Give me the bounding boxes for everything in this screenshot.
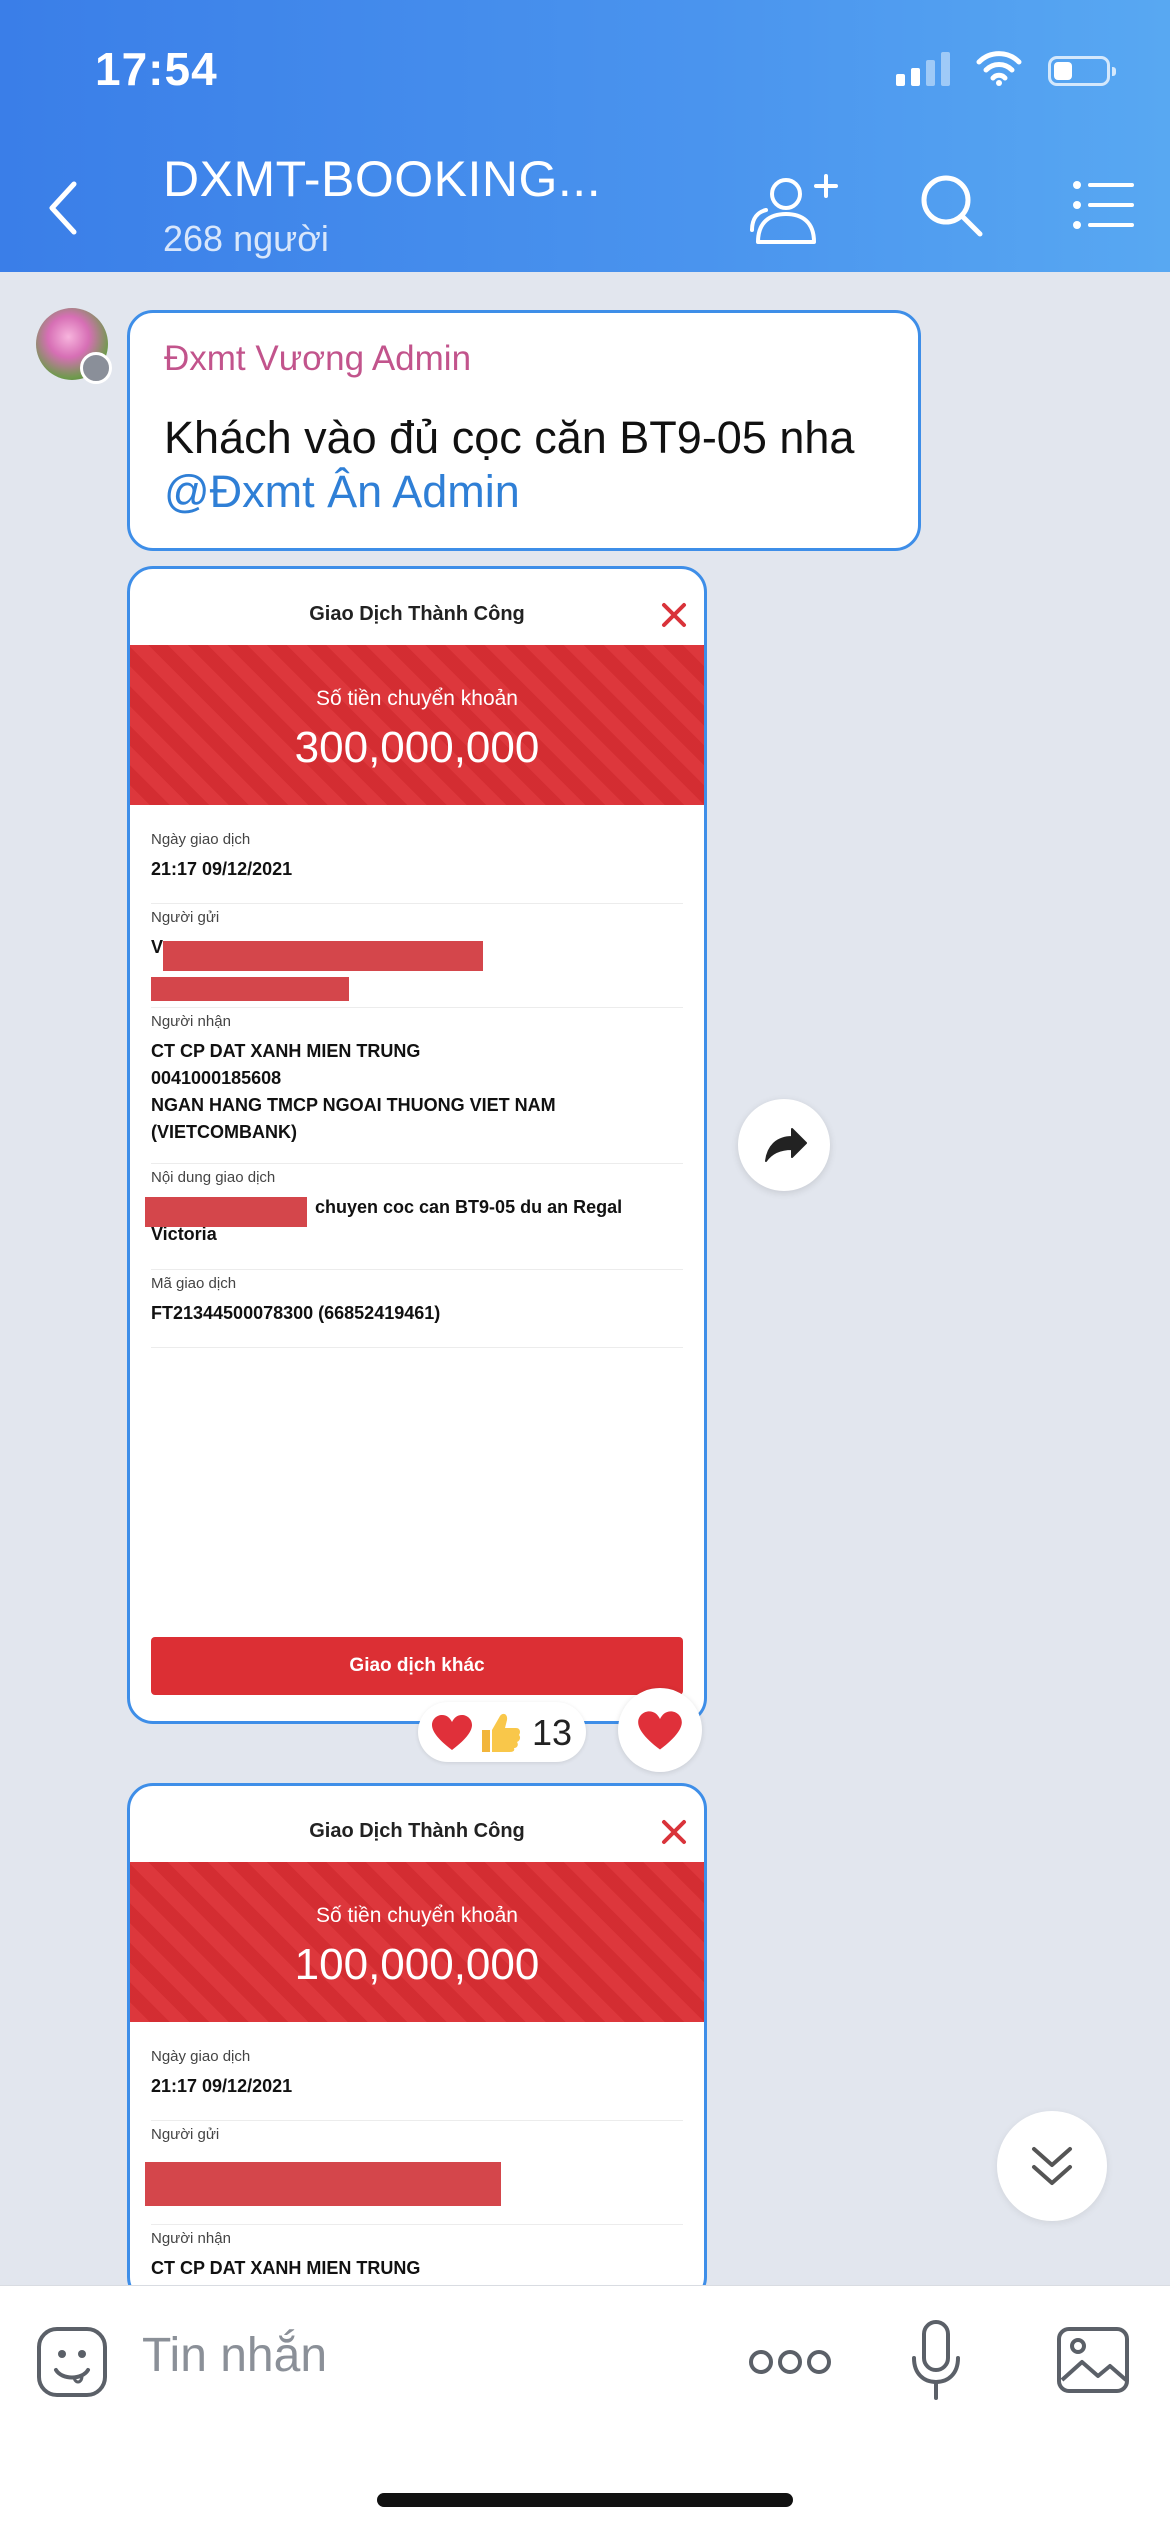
message-text: Khách vào đủ cọc căn BT9-05 nha @Đxmt Ân… (164, 411, 854, 519)
redaction-bar (145, 1197, 307, 1227)
date-label: Ngày giao dịch (151, 831, 251, 848)
reaction-count: 13 (532, 1712, 573, 1753)
message-input[interactable]: Tin nhắn (142, 2328, 327, 2383)
signal-icon (896, 50, 950, 86)
code-value: FT21344500078300 (66852419461) (151, 1303, 441, 1323)
chat-header: 17:54 DXMT-BOOKING... 268 người (0, 0, 1170, 272)
receipt-title: Giao Dịch Thành Công (309, 1820, 525, 1842)
receiver-account: 0041000185608 (151, 1068, 282, 1088)
image-gallery-icon[interactable] (1056, 2326, 1130, 2394)
date-row: Ngày giao dịch 21:17 09/12/2021 (151, 2048, 683, 2121)
sender-label: Người gửi (151, 909, 220, 926)
close-icon (662, 603, 686, 627)
date-row: Ngày giao dịch 21:17 09/12/2021 (151, 831, 683, 904)
status-time: 17:54 (95, 43, 218, 95)
message-body: Khách vào đủ cọc căn BT9-05 nha (164, 412, 855, 463)
amount-label: Số tiền chuyển khoản (316, 687, 518, 710)
admin-key-badge-icon (80, 352, 112, 384)
reaction-summary[interactable]: 13 (418, 1702, 586, 1762)
amount-banner: Số tiền chuyển khoản 300,000,000 (130, 645, 704, 805)
close-icon (662, 1820, 686, 1844)
react-heart-button[interactable] (618, 1688, 702, 1772)
search-icon[interactable] (918, 172, 984, 238)
receipt-image-1[interactable]: Giao Dịch Thành Công Số tiền chuyển khoả… (127, 566, 707, 1724)
add-member-icon[interactable] (748, 170, 840, 246)
code-label: Mã giao dịch (151, 1275, 237, 1292)
sender-row: Người gửi V (151, 909, 683, 1008)
sender-row: Người gửi (145, 2126, 683, 2225)
battery-icon (1048, 56, 1116, 86)
redaction-bar (163, 941, 483, 971)
home-indicator (377, 2493, 793, 2507)
member-count: 268 người (163, 218, 329, 259)
more-options-icon[interactable] (748, 2348, 832, 2376)
sender-avatar[interactable] (36, 308, 112, 384)
receiver-label: Người nhận (151, 2230, 231, 2247)
receipt-title: Giao Dịch Thành Công (309, 603, 525, 625)
receiver-name: CT CP DAT XANH MIEN TRUNG (151, 2258, 421, 2278)
code-row: Mã giao dịch FT21344500078300 (668524194… (151, 1275, 683, 1348)
microphone-icon[interactable] (908, 2320, 964, 2404)
other-transaction-button: Giao dịch khác (151, 1637, 683, 1695)
content-label: Nội dung giao dịch (151, 1169, 276, 1186)
receiver-row: Người nhận CT CP DAT XANH MIEN TRUNG 004… (151, 1013, 683, 1164)
back-arrow-icon[interactable] (40, 178, 90, 238)
sticker-emoji-icon[interactable] (36, 2326, 108, 2398)
amount-value: 100,000,000 (294, 1940, 540, 1989)
share-arrow-icon (765, 1128, 807, 1162)
share-button[interactable] (738, 1099, 830, 1191)
heart-icon (432, 1715, 472, 1750)
date-value: 21:17 09/12/2021 (151, 859, 293, 879)
double-chevron-down-icon (1032, 2147, 1072, 2185)
receiver-name: CT CP DAT XANH MIEN TRUNG (151, 1041, 421, 1061)
heart-icon (638, 1711, 682, 1750)
receipt-image-2[interactable]: Giao Dịch Thành Công Số tiền chuyển khoả… (127, 1783, 707, 2303)
sender-label: Người gửi (151, 2126, 220, 2143)
receiver-bank: NGAN HANG TMCP NGOAI THUONG VIET NAM (VI… (151, 1095, 556, 1142)
message-sender-name[interactable]: Đxmt Vương Admin (164, 339, 471, 379)
redaction-bar (145, 2162, 501, 2206)
amount-banner: Số tiền chuyển khoản 100,000,000 (130, 1862, 704, 2022)
amount-value: 300,000,000 (294, 723, 540, 772)
chat-title[interactable]: DXMT-BOOKING... (163, 150, 601, 208)
thumbs-up-icon (482, 1713, 521, 1752)
date-label: Ngày giao dịch (151, 2048, 251, 2065)
menu-icon[interactable] (1072, 180, 1134, 230)
redaction-bar (151, 977, 349, 1001)
content-row: Nội dung giao dịch chuyen coc can BT9-05… (145, 1169, 683, 1270)
status-icons (896, 50, 1116, 86)
receiver-label: Người nhận (151, 1013, 231, 1030)
wifi-icon (976, 51, 1022, 86)
text-message-bubble[interactable]: Đxmt Vương Admin Khách vào đủ cọc căn BT… (127, 310, 921, 551)
amount-label: Số tiền chuyển khoản (316, 1904, 518, 1927)
scroll-to-bottom-button[interactable] (997, 2111, 1107, 2221)
date-value: 21:17 09/12/2021 (151, 2076, 293, 2096)
message-mention[interactable]: @Đxmt Ân Admin (164, 465, 854, 519)
